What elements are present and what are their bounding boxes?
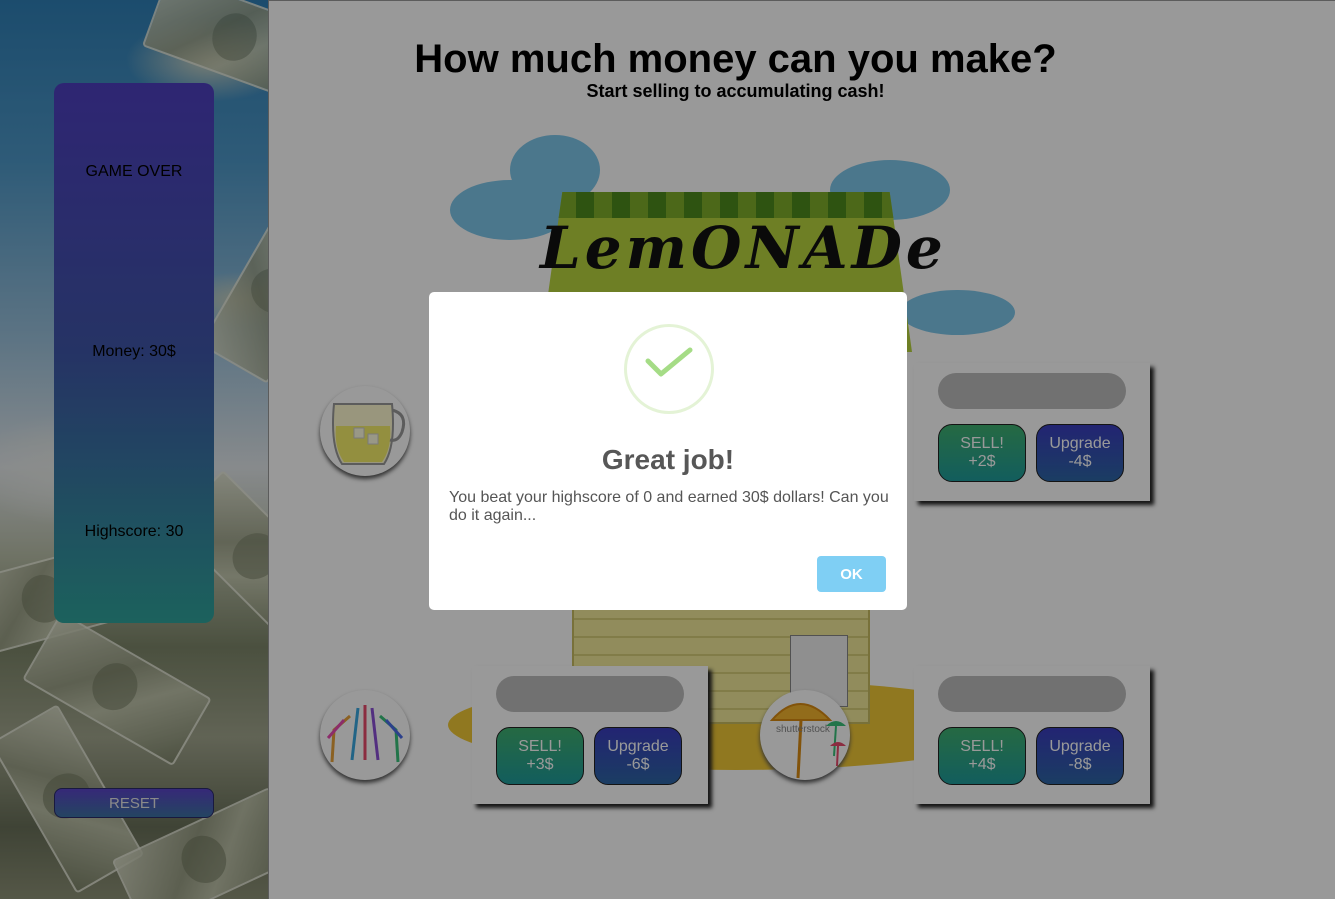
ok-button[interactable]: OK — [817, 556, 886, 592]
success-check-icon — [624, 324, 714, 414]
dialog-message: You beat your highscore of 0 and earned … — [449, 489, 889, 524]
dialog-title: Great job! — [601, 444, 735, 475]
success-dialog: Great job! You beat your highscore of 0 … — [429, 292, 907, 610]
